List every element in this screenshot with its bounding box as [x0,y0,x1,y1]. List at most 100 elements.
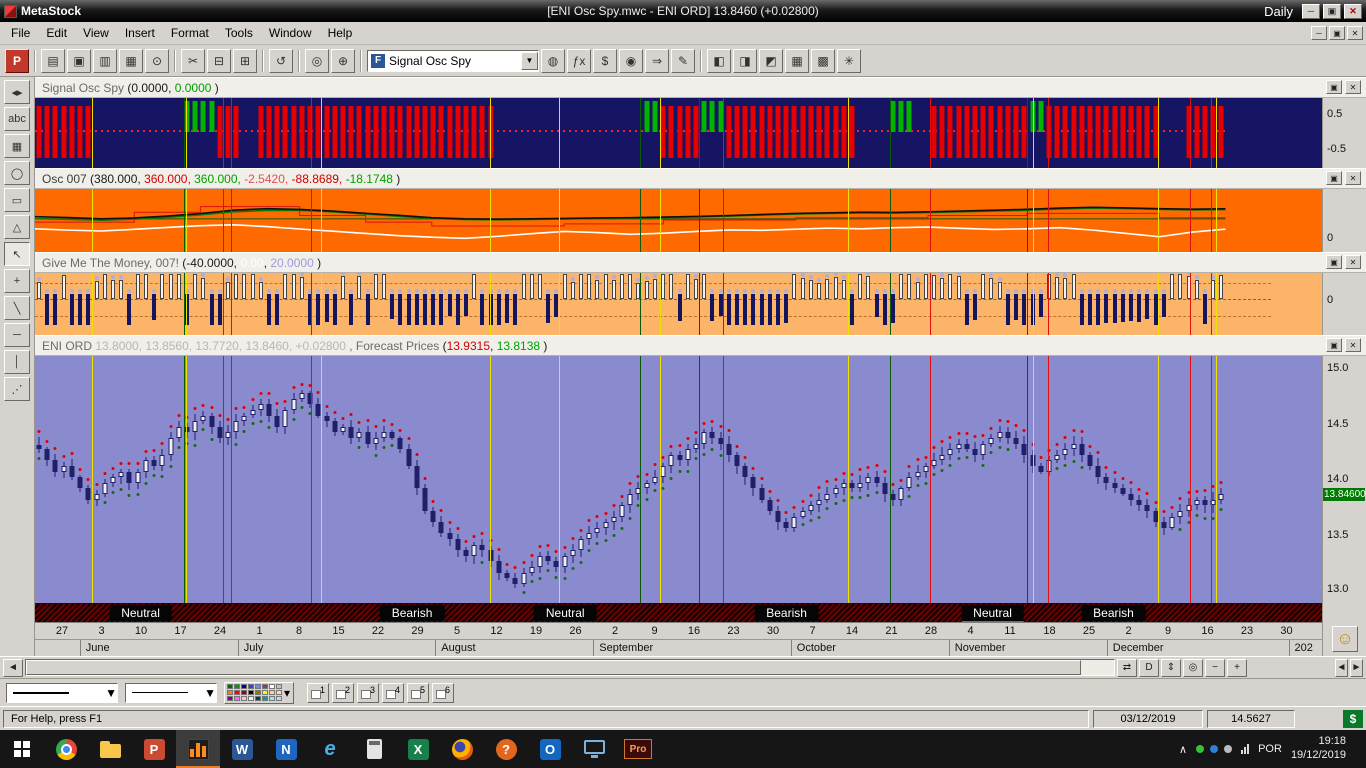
chevron-down-icon[interactable]: ▼ [204,686,216,700]
text-tool[interactable]: abc [4,107,30,131]
options-button[interactable]: ✳ [837,49,861,73]
smart-charts-button[interactable]: ▥ [93,49,117,73]
child-restore-button[interactable]: ▣ [1329,26,1345,40]
menu-item-insert[interactable]: Insert [117,24,163,42]
menu-item-help[interactable]: Help [320,24,361,42]
tray-icon-1[interactable] [1196,745,1204,753]
palette-color[interactable] [248,690,254,695]
taskbar-item-calculator[interactable] [352,730,396,768]
palette-color[interactable] [262,684,268,689]
taskbar-item-outlook[interactable]: O [528,730,572,768]
tray-icon-3[interactable] [1224,745,1232,753]
start-button[interactable] [0,730,44,768]
menu-item-window[interactable]: Window [261,24,320,42]
chart-layout-button-1[interactable]: 1 [307,683,329,703]
plot-money[interactable] [35,273,1322,335]
cut-button[interactable]: ✂ [181,49,205,73]
language-indicator[interactable]: POR [1258,743,1282,755]
new-chart-button[interactable]: ▤ [41,49,65,73]
line-style-combo[interactable]: ▼ [6,683,118,703]
taskbar-item-onenote[interactable]: N [264,730,308,768]
expert-advisor-smiley-button[interactable]: ☺ [1332,626,1358,652]
chart-layout-button-4[interactable]: 4 [382,683,404,703]
menu-item-tools[interactable]: Tools [217,24,261,42]
taskbar-item-pro[interactable]: Pro [616,730,660,768]
power-console-button[interactable]: P [5,49,29,73]
explorer-button[interactable]: ◉ [619,49,643,73]
pane-close-button[interactable]: ✕ [1345,338,1361,352]
chart-layout-button-5[interactable]: 5 [407,683,429,703]
zoom-in-button[interactable]: + [1227,659,1247,677]
indicator-builder-button[interactable]: ƒx [567,49,591,73]
palette-color[interactable] [255,696,261,701]
taskbar-item-chrome[interactable] [44,730,88,768]
chevron-down-icon[interactable]: ▼ [521,52,538,70]
palette-color[interactable] [227,690,233,695]
expert-advisor-ribbon[interactable]: NeutralBearishNeutralBearishNeutralBeari… [35,603,1322,622]
tile-vertical-button[interactable]: ◨ [733,49,757,73]
triangle-tool[interactable]: △ [4,215,30,239]
corner-right-button[interactable]: ► [1350,659,1363,677]
taskbar-item-powerpoint[interactable]: P [132,730,176,768]
cascade-button[interactable]: ◩ [759,49,783,73]
tile-horizontal-button[interactable]: ◧ [707,49,731,73]
pane-restore-button[interactable]: ▣ [1326,80,1342,94]
palette-color[interactable] [227,696,233,701]
print-button[interactable]: ▦ [119,49,143,73]
pane-restore-button[interactable]: ▣ [1326,171,1342,185]
grid-tool[interactable]: ▦ [4,134,30,158]
web-button[interactable]: ◍ [541,49,565,73]
close-button[interactable]: ✕ [1344,4,1362,19]
menu-item-view[interactable]: View [75,24,117,42]
scroll-left-arrow[interactable]: ◄ [3,659,23,677]
palette-color[interactable] [255,690,261,695]
pane-close-button[interactable]: ✕ [1345,171,1361,185]
palette-color[interactable] [234,684,240,689]
chart-layout-button-6[interactable]: 6 [432,683,454,703]
taskbar-item-help[interactable]: ? [484,730,528,768]
tray-icon-2[interactable] [1210,745,1218,753]
palette-color[interactable] [276,684,282,689]
crosshair-tool[interactable]: + [4,269,30,293]
palette-color[interactable] [241,684,247,689]
pane-close-button[interactable]: ✕ [1345,255,1361,269]
palette-color[interactable] [248,696,254,701]
periodicity-daily-button[interactable]: D [1139,659,1159,677]
paste-button[interactable]: ⊞ [233,49,257,73]
corner-left-button[interactable]: ◄ [1335,659,1348,677]
trendline-tool[interactable]: ╲ [4,296,30,320]
palette-color[interactable] [262,696,268,701]
restore-button[interactable]: ▣ [1323,4,1341,19]
dollar-button[interactable]: $ [593,49,617,73]
chart-layout-button-2[interactable]: 2 [332,683,354,703]
palette-color[interactable] [234,696,240,701]
what-if-button[interactable]: ✎ [671,49,695,73]
palette-color[interactable] [269,690,275,695]
grid-layout-button[interactable]: ▦ [785,49,809,73]
ellipse-tool[interactable]: ◯ [4,161,30,185]
clock[interactable]: 19:18 19/12/2019 [1291,735,1346,763]
refresh-button[interactable]: ⇄ [1117,659,1137,677]
horizontal-scrollbar[interactable] [25,659,1115,676]
minimize-button[interactable]: ─ [1302,4,1320,19]
zoom-out-button[interactable]: − [1205,659,1225,677]
collapse-panel-button[interactable]: ◂▸ [4,80,30,104]
chart-layout-button-3[interactable]: 3 [357,683,379,703]
palette-color[interactable] [241,696,247,701]
menu-item-format[interactable]: Format [163,24,217,42]
pan-button[interactable]: ◎ [1183,659,1203,677]
zoom-in-button[interactable]: ⊕ [331,49,355,73]
tray-chevron-icon[interactable]: ∧ [1179,743,1187,756]
vertical-scale-button[interactable]: ⇕ [1161,659,1181,677]
open-chart-button[interactable]: ▣ [67,49,91,73]
vertical-line-tool[interactable]: │ [4,350,30,374]
child-close-button[interactable]: ✕ [1347,26,1363,40]
palette-color[interactable] [227,684,233,689]
forecaster-button[interactable]: ⇒ [645,49,669,73]
crosshair-button[interactable]: ◎ [305,49,329,73]
taskbar-item-excel[interactable]: X [396,730,440,768]
palette-color[interactable] [262,690,268,695]
pane-restore-button[interactable]: ▣ [1326,338,1342,352]
scrollbar-thumb[interactable] [26,660,1081,675]
menu-item-edit[interactable]: Edit [38,24,75,42]
